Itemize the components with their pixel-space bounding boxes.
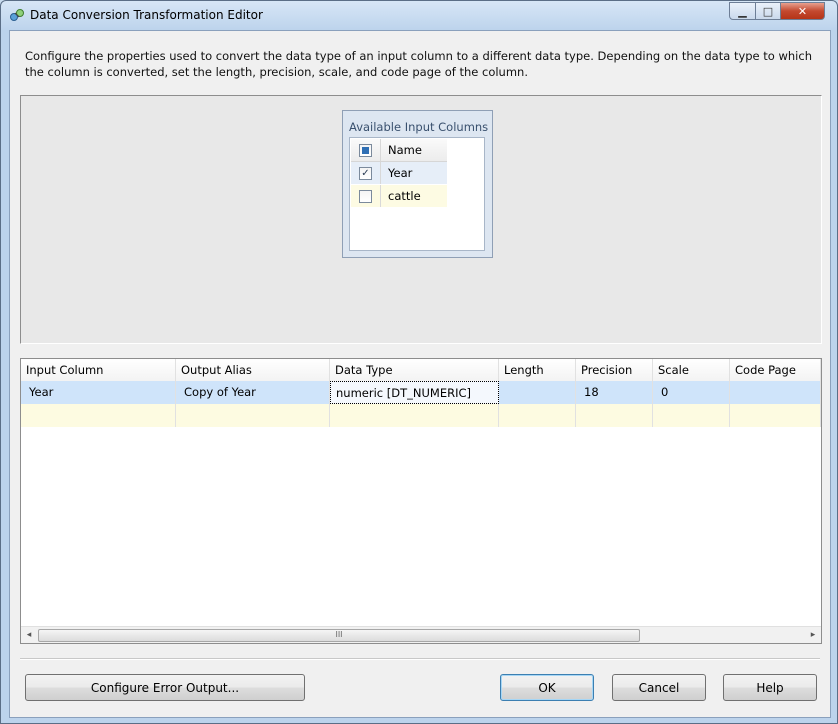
checkbox-cell: ✓ <box>351 162 381 184</box>
available-input-columns-title: Available Input Columns <box>349 120 489 134</box>
cell-precision[interactable]: 18 <box>576 381 653 404</box>
cell-output-alias[interactable]: Copy of Year <box>176 381 330 404</box>
close-button[interactable]: ✕ <box>780 2 825 20</box>
cell-data-type[interactable]: numeric [DT_NUMERIC] <box>330 381 499 404</box>
window-title: Data Conversion Transformation Editor <box>30 8 263 22</box>
new-row-cell[interactable] <box>499 404 576 427</box>
configure-error-output-button[interactable]: Configure Error Output... <box>25 674 305 701</box>
scroll-right-icon[interactable]: ▸ <box>805 627 821 643</box>
new-row-cell[interactable] <box>176 404 330 427</box>
header-scale[interactable]: Scale <box>653 359 730 381</box>
header-precision[interactable]: Precision <box>576 359 653 381</box>
description-text: Configure the properties used to convert… <box>25 49 812 79</box>
conversion-grid[interactable]: Input Column Output Alias Data Type Leng… <box>20 358 822 644</box>
available-column-name: cattle <box>388 189 421 203</box>
select-all-cell <box>351 139 381 161</box>
name-column-header: Name <box>388 143 422 157</box>
available-columns-header: Name <box>351 139 447 162</box>
divider <box>20 658 820 660</box>
available-input-columns-panel: Available Input Columns Name ✓ Year catt… <box>342 110 493 258</box>
header-code-page[interactable]: Code Page <box>730 359 821 381</box>
table-row[interactable]: Year Copy of Year numeric [DT_NUMERIC] 1… <box>21 381 821 404</box>
cell-length[interactable] <box>499 381 576 404</box>
available-column-name: Year <box>388 166 413 180</box>
checkbox-cell <box>351 185 381 207</box>
new-row-cell[interactable] <box>21 404 176 427</box>
header-output-alias[interactable]: Output Alias <box>176 359 330 381</box>
scroll-thumb[interactable]: III <box>38 629 640 642</box>
cattle-checkbox[interactable] <box>359 189 372 203</box>
header-length[interactable]: Length <box>499 359 576 381</box>
maximize-button[interactable]: □ <box>755 2 781 20</box>
grid-header-row: Input Column Output Alias Data Type Leng… <box>21 359 821 382</box>
title-bar[interactable]: Data Conversion Transformation Editor ▁ … <box>1 1 837 29</box>
dialog-window: Data Conversion Transformation Editor ▁ … <box>0 0 838 724</box>
year-checkbox[interactable]: ✓ <box>359 166 372 180</box>
select-all-checkbox[interactable] <box>359 143 372 157</box>
minimize-button[interactable]: ▁ <box>729 2 756 20</box>
cell-input-column[interactable]: Year <box>21 381 176 404</box>
dialog-body: Configure the properties used to convert… <box>9 30 831 718</box>
available-input-columns-list: Name ✓ Year cattle <box>349 137 485 251</box>
new-row-cell[interactable] <box>653 404 730 427</box>
transformation-icon <box>10 9 24 21</box>
available-column-row[interactable]: cattle <box>351 185 447 207</box>
cancel-button[interactable]: Cancel <box>612 674 706 701</box>
new-row-cell[interactable] <box>730 404 821 427</box>
cell-scale[interactable]: 0 <box>653 381 730 404</box>
cell-code-page[interactable] <box>730 381 821 404</box>
header-input-column[interactable]: Input Column <box>21 359 176 381</box>
new-row-placeholder[interactable] <box>21 404 821 427</box>
header-data-type[interactable]: Data Type <box>330 359 499 381</box>
new-row-cell[interactable] <box>576 404 653 427</box>
column-designer-area: Available Input Columns Name ✓ Year catt… <box>20 95 822 344</box>
ok-button[interactable]: OK <box>500 674 594 701</box>
new-row-cell[interactable] <box>330 404 499 427</box>
scroll-left-icon[interactable]: ◂ <box>21 627 37 643</box>
available-column-row[interactable]: ✓ Year <box>351 162 447 184</box>
help-button[interactable]: Help <box>723 674 817 701</box>
horizontal-scrollbar[interactable]: ◂ III ▸ <box>21 626 821 643</box>
